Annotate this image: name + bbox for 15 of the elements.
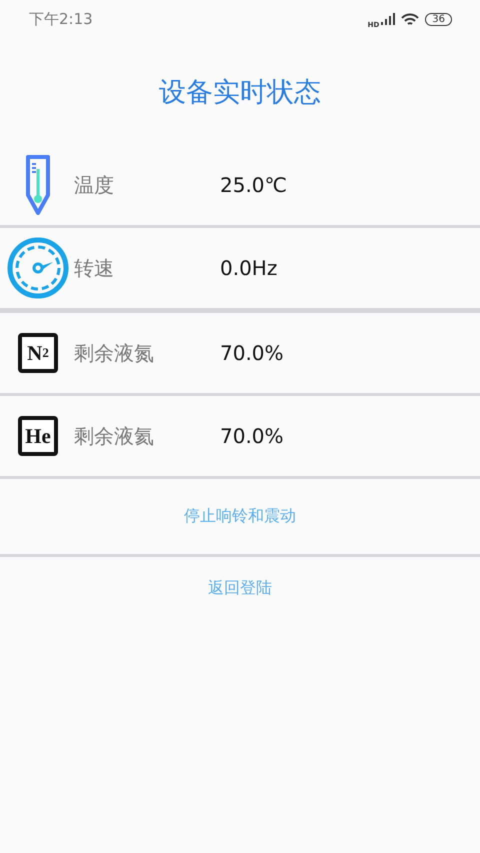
status-time: 下午2:13 <box>29 10 93 28</box>
page-title: 设备实时状态 <box>158 76 322 110</box>
reading-label: 温度 <box>74 172 115 198</box>
reading-value: 25.0℃ <box>220 173 287 197</box>
reading-label: 剩余液氮 <box>74 340 155 366</box>
reading-label: 剩余液氦 <box>74 422 155 450</box>
element-icon: He <box>18 416 58 456</box>
wifi-icon <box>401 12 420 26</box>
reading-value: 70.0% <box>220 341 284 365</box>
battery-indicator: 36 <box>425 12 452 26</box>
reading-value: 0.0Hz <box>220 256 278 280</box>
gauge-icon <box>7 237 69 299</box>
signal-icon <box>381 13 396 25</box>
reading-value: 70.0% <box>220 424 284 448</box>
reading-label: 转速 <box>74 254 115 282</box>
